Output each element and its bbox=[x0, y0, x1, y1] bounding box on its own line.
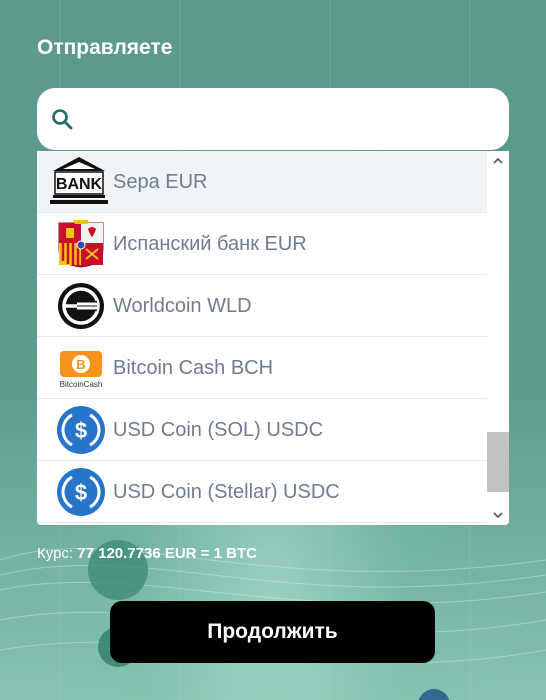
list-scrollbar[interactable] bbox=[487, 151, 509, 525]
exchange-rate: Курс: 77 120.7736 EUR = 1 BTC bbox=[37, 545, 257, 562]
worldcoin-icon bbox=[55, 281, 107, 331]
svg-text:$: $ bbox=[75, 418, 87, 443]
svg-text:BitcoinCash: BitcoinCash bbox=[60, 380, 103, 389]
svg-text:B: B bbox=[76, 357, 85, 372]
usdc-icon: $ bbox=[55, 405, 107, 455]
list-item-usdc-stellar[interactable]: $ USD Coin (Stellar) USDC bbox=[37, 461, 487, 523]
page-title: Отправляете bbox=[37, 36, 173, 59]
spain-coat-of-arms-icon bbox=[55, 219, 107, 269]
continue-button[interactable]: Продолжить bbox=[110, 601, 435, 663]
list-item-label: USD Coin (SOL) USDC bbox=[113, 419, 324, 441]
usdc-icon: $ bbox=[55, 467, 107, 517]
exchange-rate-value: 77 120.7736 EUR = 1 BTC bbox=[77, 545, 257, 562]
list-item-bitcoin-cash-bch[interactable]: B BitcoinCash Bitcoin Cash BCH bbox=[37, 337, 487, 399]
chevron-down-icon[interactable] bbox=[491, 508, 505, 522]
svg-text:$: $ bbox=[75, 480, 87, 505]
search-icon bbox=[51, 108, 73, 135]
currency-dropdown-list[interactable]: BANK Sepa EUR Испанский банк EUR Worldco… bbox=[37, 151, 509, 525]
svg-text:BANK: BANK bbox=[56, 176, 103, 193]
search-input[interactable] bbox=[89, 102, 493, 138]
list-item-label: USD Coin (Stellar) USDC bbox=[113, 481, 340, 503]
scrollbar-thumb[interactable] bbox=[487, 432, 509, 492]
list-item-label: Sepa EUR bbox=[113, 171, 208, 193]
exchange-rate-prefix: Курс: bbox=[37, 545, 74, 562]
search-box[interactable] bbox=[37, 88, 509, 150]
list-item-label: Bitcoin Cash BCH bbox=[113, 357, 274, 379]
list-item-sepa-eur[interactable]: BANK Sepa EUR bbox=[37, 151, 487, 213]
list-item-worldcoin-wld[interactable]: Worldcoin WLD bbox=[37, 275, 487, 337]
list-item-usdc-sol[interactable]: $ USD Coin (SOL) USDC bbox=[37, 399, 487, 461]
list-item-spanish-bank-eur[interactable]: Испанский банк EUR bbox=[37, 213, 487, 275]
list-item-label: Worldcoin WLD bbox=[113, 295, 252, 317]
chevron-up-icon[interactable] bbox=[491, 154, 505, 168]
bank-icon: BANK bbox=[50, 157, 108, 207]
bitcoin-cash-icon: B BitcoinCash bbox=[55, 343, 107, 393]
list-item-label: Испанский банк EUR bbox=[113, 233, 307, 255]
